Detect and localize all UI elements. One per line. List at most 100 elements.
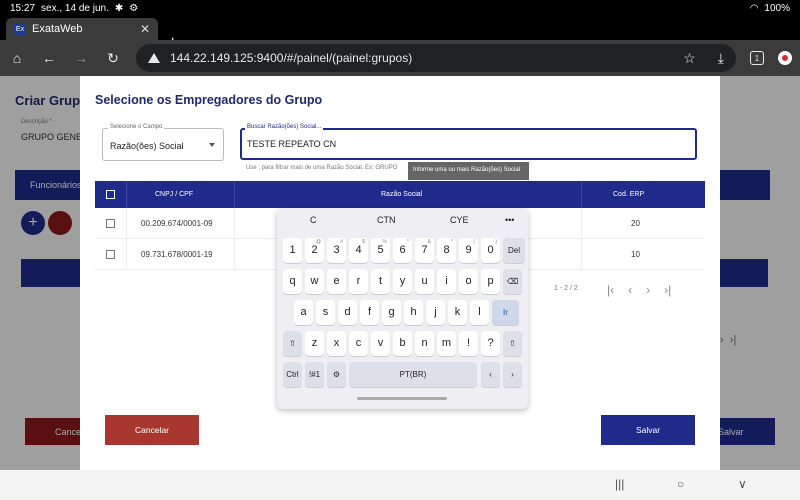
forward-icon[interactable]: → xyxy=(72,50,90,66)
key-3[interactable]: 3 # xyxy=(327,238,346,263)
key-n[interactable]: n xyxy=(415,331,434,356)
key-2[interactable]: 2 @ xyxy=(305,238,324,263)
key-j[interactable]: j xyxy=(426,300,445,325)
key-secondary-label: ) xyxy=(495,239,497,245)
more-suggestions-icon[interactable]: ••• xyxy=(505,215,514,225)
key-b[interactable]: b xyxy=(393,331,412,356)
key-special[interactable]: ⌫ xyxy=(503,269,522,294)
browser-tab[interactable]: Ex ExataWeb ✕ xyxy=(6,18,158,40)
key-special[interactable]: Ir xyxy=(492,300,519,325)
key-special[interactable]: ⚙ xyxy=(327,362,346,387)
key-special[interactable]: !#1 xyxy=(305,362,324,387)
row-checkbox[interactable] xyxy=(106,219,115,228)
search-input[interactable] xyxy=(247,139,667,149)
key-x[interactable]: x xyxy=(327,331,346,356)
not-secure-icon[interactable] xyxy=(148,53,160,63)
key-special[interactable]: Ctrl xyxy=(283,362,302,387)
search-tooltip: Informe uma ou mais Razão(ões) Social xyxy=(408,162,529,180)
key-f[interactable]: f xyxy=(360,300,379,325)
key-t[interactable]: t xyxy=(371,269,390,294)
battery-text: 100% xyxy=(764,2,790,14)
key-5[interactable]: 5% xyxy=(371,238,390,263)
close-tab-icon[interactable]: ✕ xyxy=(140,22,150,36)
key-l[interactable]: l xyxy=(470,300,489,325)
tab-switcher-button[interactable]: 1 xyxy=(750,51,764,65)
key-special[interactable]: ! xyxy=(459,331,478,356)
back-icon[interactable]: ← xyxy=(40,50,58,66)
key-special[interactable]: Del xyxy=(503,238,525,263)
key-m[interactable]: m xyxy=(437,331,456,356)
key-secondary-label: # xyxy=(340,239,343,245)
key-9[interactable]: 9( xyxy=(459,238,478,263)
suggestion-item[interactable]: CTN xyxy=(377,215,396,225)
key-4[interactable]: 4 $ xyxy=(349,238,368,263)
key-i[interactable]: i xyxy=(437,269,456,294)
next-page-icon[interactable]: › xyxy=(646,283,650,297)
first-page-icon[interactable]: |‹ xyxy=(607,283,614,297)
pagination-range: 1 - 2 / 2 xyxy=(554,285,578,292)
key-z[interactable]: z xyxy=(305,331,324,356)
profile-icon[interactable] xyxy=(778,51,792,65)
key-secondary-label: $ xyxy=(362,239,365,245)
key-u[interactable]: u xyxy=(415,269,434,294)
key-special[interactable]: ? xyxy=(481,331,500,356)
bookmark-star-icon[interactable]: ☆ xyxy=(683,50,696,67)
column-divider xyxy=(234,181,235,208)
select-all-checkbox[interactable] xyxy=(106,190,115,199)
key-0[interactable]: 0) xyxy=(481,238,500,263)
key-special[interactable]: ‹ xyxy=(481,362,500,387)
key-e[interactable]: e xyxy=(327,269,346,294)
key-6[interactable]: 6 ^ xyxy=(393,238,412,263)
key-special[interactable]: › xyxy=(503,362,522,387)
cancel-button[interactable]: Cancelar xyxy=(105,415,199,445)
keyboard-handle[interactable] xyxy=(357,397,447,400)
chevron-down-icon xyxy=(209,143,215,147)
save-button[interactable]: Salvar xyxy=(601,415,695,445)
row-checkbox[interactable] xyxy=(106,250,115,259)
home-icon[interactable]: ⌂ xyxy=(8,50,26,66)
key-w[interactable]: w xyxy=(305,269,324,294)
pagination-controls: |‹ ‹ › ›| xyxy=(607,283,671,297)
key-y[interactable]: y xyxy=(393,269,412,294)
column-divider xyxy=(234,239,235,270)
key-q[interactable]: q xyxy=(283,269,302,294)
last-page-icon[interactable]: ›| xyxy=(664,283,671,297)
reload-icon[interactable]: ↻ xyxy=(104,50,122,67)
key-p[interactable]: p xyxy=(481,269,500,294)
key-r[interactable]: r xyxy=(349,269,368,294)
recents-icon[interactable]: ||| xyxy=(615,477,624,491)
column-divider xyxy=(126,239,127,270)
back-nav-icon[interactable]: ∨ xyxy=(738,477,747,491)
suggestion-item[interactable]: C xyxy=(310,215,317,225)
key-special[interactable]: ⇧ xyxy=(503,331,522,356)
key-secondary-label: ^ xyxy=(406,239,409,245)
status-bar: 15:27 sex., 14 de jun. ✱ ⚙ ◠ 100% xyxy=(0,0,800,16)
key-c[interactable]: c xyxy=(349,331,368,356)
key-k[interactable]: k xyxy=(448,300,467,325)
column-divider xyxy=(581,239,582,270)
status-date: sex., 14 de jun. xyxy=(41,2,109,14)
key-s[interactable]: s xyxy=(316,300,335,325)
key-8[interactable]: 8 * xyxy=(437,238,456,263)
key-h[interactable]: h xyxy=(404,300,423,325)
key-o[interactable]: o xyxy=(459,269,478,294)
key-special[interactable]: PT(BR) xyxy=(349,362,477,387)
key-d[interactable]: d xyxy=(338,300,357,325)
download-icon[interactable]: ⤓ xyxy=(718,50,724,67)
key-a[interactable]: a xyxy=(294,300,313,325)
key-v[interactable]: v xyxy=(371,331,390,356)
column-cnpj: CNPJ / CPF xyxy=(155,191,194,198)
prev-page-icon[interactable]: ‹ xyxy=(628,283,632,297)
home-nav-icon[interactable]: ○ xyxy=(677,477,684,491)
key-special[interactable]: ⇧ xyxy=(283,331,302,356)
suggestion-item[interactable]: CYE xyxy=(450,215,469,225)
field-select[interactable]: Selecione o Campo Razão(ões) Social xyxy=(102,124,224,161)
key-1[interactable]: 1 xyxy=(283,238,302,263)
cod-erp-cell: 10 xyxy=(631,250,640,259)
key-g[interactable]: g xyxy=(382,300,401,325)
on-screen-keyboard: C CTN CYE ••• 1 2 @3 #4 $5% 6 ^ 7 & 8 * 9(0) Del q w e r… xyxy=(277,208,528,409)
search-field[interactable]: Buscar Razão(ões) Social... xyxy=(240,124,697,160)
favicon-icon: Ex xyxy=(14,23,26,35)
key-7[interactable]: 7 & xyxy=(415,238,434,263)
address-bar[interactable]: 144.22.149.125:9400/#/painel/(painel:gru… xyxy=(136,44,736,72)
